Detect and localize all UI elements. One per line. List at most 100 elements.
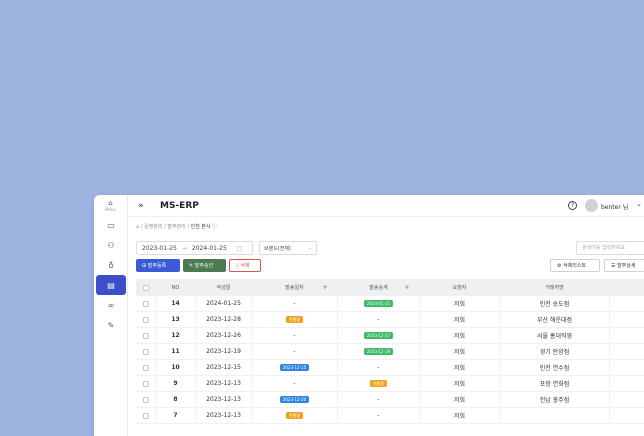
row-checkbox[interactable]	[142, 348, 149, 355]
delete-list-button[interactable]: ⚙ 삭제리스트	[550, 259, 600, 272]
cell-date-value: 2023-12-19	[206, 348, 241, 355]
cell-send-value: -	[293, 348, 296, 355]
search-input[interactable]: 검색어를 입력하세요	[576, 241, 644, 255]
cell-date-value: 2023-12-13	[206, 380, 241, 387]
row-checkbox-cell	[136, 312, 156, 327]
order-detail-button[interactable]: ☰ 발주상세	[604, 259, 644, 272]
approve-order-label: 발주승인	[194, 263, 214, 269]
help-icon[interactable]: ?	[568, 201, 577, 210]
filter-icon[interactable]: ▼	[323, 285, 327, 291]
header-extra	[610, 279, 644, 296]
cell-no-value: 13	[171, 316, 180, 323]
main-content: » MS-ERP ? benter 님 ⌄ ⌂ / 운영관리 / 발주관리 / …	[128, 195, 644, 436]
breadcrumb-item[interactable]: 발주관리	[167, 224, 185, 230]
cell-no: 14	[156, 296, 196, 311]
app-window: ⌂ Menu ▭ ⚇ ♁ ▤ ∞ ✎ » MS-ERP ? benter 님 ⌄…	[94, 195, 644, 436]
breadcrumb: ⌂ / 운영관리 / 발주관리 / 인천 본사 ⓘ	[136, 224, 218, 230]
delete-button[interactable]: ▯ 삭제	[229, 259, 261, 272]
user-name[interactable]: benter 님	[601, 202, 628, 211]
brand-select-value: 브랜드(전체)	[264, 245, 291, 252]
orders-table: NO 작성일 발송일자 ▼ 발송승계 ▼ 요청자 거래처명 14 2024-01-25…	[136, 279, 644, 424]
cell-extra	[610, 328, 644, 343]
sidebar-item-monitor[interactable]: ▭	[94, 215, 128, 235]
sidebar-item-card[interactable]: ▤	[96, 275, 126, 295]
home-icon[interactable]: ⌂	[136, 224, 139, 230]
row-checkbox[interactable]	[142, 316, 149, 323]
row-checkbox[interactable]	[142, 412, 149, 419]
cell-extra	[610, 376, 644, 391]
cell-client: 인천 송도점	[500, 296, 610, 311]
info-icon[interactable]: ⓘ	[212, 224, 217, 230]
date-from: 2023-01-25	[142, 244, 177, 252]
header-confirm-label: 발송승계	[369, 285, 388, 291]
cell-no-value: 9	[173, 380, 178, 387]
cell-confirm-value: 2023-12-19	[363, 348, 394, 355]
menu-button[interactable]: ⌂ Menu	[94, 195, 127, 215]
cell-requester-value: 저희	[453, 349, 466, 356]
header-client[interactable]: 거래처명	[500, 279, 610, 296]
cell-date: 2023-12-13	[196, 408, 252, 423]
avatar[interactable]	[585, 199, 598, 212]
table-body: 14 2024-01-25 - 2024-01-31 저희 인천 송도점 13 2023-12…	[136, 296, 644, 424]
header-confirm[interactable]: 발송승계 ▼	[338, 279, 420, 296]
row-checkbox[interactable]	[142, 364, 149, 371]
sidebar-item-users[interactable]: ⚇	[94, 235, 128, 255]
cell-date-value: 2023-12-26	[206, 332, 241, 339]
cell-send-value: 2023-12-15	[279, 364, 310, 371]
cell-confirm: 2023-12-19	[338, 344, 420, 359]
bulb-icon: ♁	[108, 260, 114, 270]
pen-icon: ✎	[107, 320, 115, 330]
filter-icon[interactable]: ▼	[405, 285, 409, 291]
approve-order-button[interactable]: ✎ 발주승인	[183, 259, 226, 272]
sidebar-item-pen[interactable]: ✎	[94, 315, 128, 335]
table-row[interactable]: 8 2023-12-13 2023-12-20 - 저희 전남 광주점	[136, 392, 644, 408]
cell-confirm: -	[338, 392, 420, 407]
breadcrumb-item[interactable]: 운영관리	[144, 224, 162, 230]
table-row[interactable]: 11 2023-12-19 - 2023-12-19 저희 경기 안양점	[136, 344, 644, 360]
cell-no: 9	[156, 376, 196, 391]
header-send[interactable]: 발송일자 ▼	[252, 279, 338, 296]
cell-confirm-value: 2023-12-27	[363, 332, 394, 339]
cell-date-value: 2023-12-15	[206, 364, 241, 371]
table-row[interactable]: 13 2023-12-28 진행중 - 저희 부산 해운대점	[136, 312, 644, 328]
cell-send-value: -	[293, 332, 296, 339]
action-bar: ⊞ 발주등록 ✎ 발주승인 ▯ 삭제	[136, 259, 264, 272]
table-row[interactable]: 12 2023-12-26 - 2023-12-27 저희 서울 홍대직영	[136, 328, 644, 344]
cell-requester: 저희	[420, 328, 500, 343]
sidebar-item-link[interactable]: ∞	[94, 295, 128, 315]
select-all-checkbox[interactable]	[142, 284, 149, 291]
link-icon: ∞	[107, 300, 115, 310]
cell-no: 8	[156, 392, 196, 407]
row-checkbox[interactable]	[142, 300, 149, 307]
table-row[interactable]: 14 2024-01-25 - 2024-01-31 저희 인천 송도점	[136, 296, 644, 312]
cell-client: 경기 안양점	[500, 344, 610, 359]
header-requester[interactable]: 요청자	[420, 279, 500, 296]
delete-label: 삭제	[240, 263, 250, 269]
cell-requester: 저희	[420, 376, 500, 391]
row-checkbox[interactable]	[142, 396, 149, 403]
header-date[interactable]: 작성일	[196, 279, 252, 296]
table-row[interactable]: 9 2023-12-13 - 진행중 저희 포항 연화점	[136, 376, 644, 392]
cell-send-value: 진행중	[285, 412, 304, 419]
sidebar-item-bulb[interactable]: ♁	[94, 255, 128, 275]
chevron-down-icon[interactable]: ⌄	[636, 200, 642, 208]
cell-confirm: 진행중	[338, 376, 420, 391]
collapse-chevron-icon[interactable]: »	[138, 201, 150, 211]
delete-list-label: 삭제리스트	[563, 263, 587, 269]
cell-no-value: 11	[171, 348, 180, 355]
cell-confirm: 2024-01-31	[338, 296, 420, 311]
add-order-button[interactable]: ⊞ 발주등록	[136, 259, 180, 272]
cell-no: 10	[156, 360, 196, 375]
cell-client-value: 인천 연수점	[539, 365, 570, 372]
date-range-picker[interactable]: 2023-01-25 → 2024-01-25 ▢	[136, 241, 253, 255]
row-checkbox[interactable]	[142, 332, 149, 339]
header-no[interactable]: NO	[156, 279, 196, 296]
cell-extra	[610, 296, 644, 311]
brand-select[interactable]: 브랜드(전체) ⌄	[259, 241, 317, 255]
table-row[interactable]: 10 2023-12-15 2023-12-15 - 저희 인천 연수점	[136, 360, 644, 376]
table-row[interactable]: 7 2023-12-13 진행중 - 저희	[136, 408, 644, 424]
cell-send: 진행중	[252, 312, 338, 327]
cell-requester: 저희	[420, 296, 500, 311]
row-checkbox[interactable]	[142, 380, 149, 387]
chevron-down-icon: ⌄	[307, 245, 312, 251]
